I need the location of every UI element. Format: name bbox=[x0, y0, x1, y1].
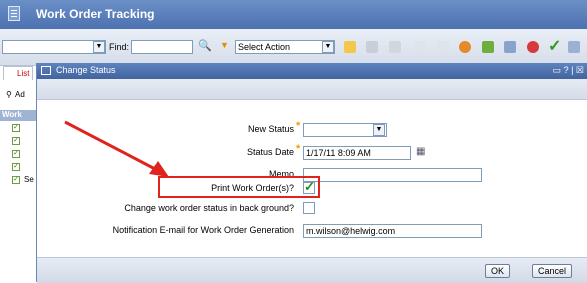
approve-check-icon[interactable]: ✓ bbox=[548, 36, 561, 56]
select-action-dropdown[interactable]: Select Action bbox=[235, 40, 335, 54]
workflow-icon[interactable] bbox=[459, 41, 471, 53]
row-label: Se bbox=[24, 175, 34, 184]
close-icon[interactable]: ☒ bbox=[576, 65, 584, 75]
background-label: Change work order status in back ground? bbox=[124, 203, 294, 213]
calendar-icon[interactable]: ▦ bbox=[416, 146, 425, 157]
row-checkbox[interactable]: ✓ bbox=[12, 124, 20, 132]
annotation-arrow-icon bbox=[64, 120, 169, 177]
app-document-icon bbox=[8, 6, 20, 21]
assign-icon[interactable] bbox=[482, 41, 494, 53]
window-icon[interactable]: ▭ bbox=[553, 65, 562, 75]
ok-button[interactable]: OK bbox=[485, 264, 510, 278]
row-checkbox[interactable]: ✓ bbox=[12, 137, 20, 145]
dialog-title: Change Status bbox=[56, 65, 116, 75]
app-title: Work Order Tracking bbox=[36, 7, 155, 21]
row-checkbox[interactable]: ✓ bbox=[12, 150, 20, 158]
filter-icon[interactable]: ▼ bbox=[220, 40, 229, 50]
dialog-title-bar: Change Status ▭ ? | ☒ bbox=[37, 63, 587, 79]
chevron-down-icon[interactable]: ▼ bbox=[93, 41, 105, 53]
dialog-footer: OK Cancel bbox=[37, 257, 587, 283]
memo-input[interactable] bbox=[303, 168, 482, 182]
save-icon[interactable] bbox=[366, 41, 378, 53]
app-header: Work Order Tracking bbox=[0, 0, 587, 29]
row-checkbox[interactable]: ✓ bbox=[12, 163, 20, 171]
clear-icon[interactable] bbox=[389, 41, 401, 53]
email-input[interactable]: m.wilson@helwig.com bbox=[303, 224, 482, 238]
list-panel: List ⚲ Ad Work ✓ ✓ ✓ ✓ ✓ Se bbox=[0, 66, 40, 282]
status-date-input[interactable]: 1/17/11 8:09 AM bbox=[303, 146, 411, 160]
previous-icon[interactable] bbox=[414, 41, 426, 53]
binoculars-icon[interactable]: 🔍 bbox=[198, 39, 212, 52]
query-select[interactable] bbox=[2, 40, 106, 54]
chart-icon[interactable] bbox=[568, 41, 580, 53]
new-status-label: New Status bbox=[247, 124, 294, 134]
background-checkbox[interactable] bbox=[303, 202, 315, 214]
chevron-down-icon[interactable]: ▼ bbox=[373, 124, 385, 136]
dialog-subheader bbox=[37, 79, 587, 100]
find-input[interactable] bbox=[131, 40, 193, 54]
required-asterisk: * bbox=[296, 120, 301, 132]
find-label: Find: bbox=[109, 42, 130, 52]
undo-icon[interactable] bbox=[527, 41, 539, 53]
next-icon[interactable] bbox=[437, 41, 449, 53]
advanced-search-link[interactable]: ⚲ Ad bbox=[0, 90, 40, 101]
cancel-button[interactable]: Cancel bbox=[532, 264, 572, 278]
list-header: Work bbox=[0, 110, 40, 121]
email-label: Notification E-mail for Work Order Gener… bbox=[112, 225, 294, 235]
row-checkbox[interactable]: ✓ bbox=[12, 176, 20, 184]
binoculars-icon: ⚲ bbox=[6, 90, 12, 99]
help-close-controls[interactable]: ? | bbox=[564, 65, 574, 75]
required-asterisk: * bbox=[296, 143, 301, 155]
highlight-box bbox=[158, 176, 320, 198]
dialog-window-icon bbox=[41, 66, 51, 75]
new-record-icon[interactable] bbox=[344, 41, 356, 53]
change-status-dialog: Change Status ▭ ? | ☒ New Status * ▼ Sta… bbox=[36, 63, 587, 283]
tab-list[interactable]: List bbox=[3, 66, 33, 80]
chevron-down-icon[interactable]: ▼ bbox=[322, 41, 334, 53]
dialog-controls[interactable]: ▭ ? | ☒ bbox=[553, 65, 584, 76]
status-date-label: Status Date bbox=[246, 147, 294, 157]
report-icon[interactable] bbox=[504, 41, 516, 53]
main-toolbar: ▼ Find: 🔍 ▼ Select Action ▼ ✓ bbox=[0, 29, 587, 66]
